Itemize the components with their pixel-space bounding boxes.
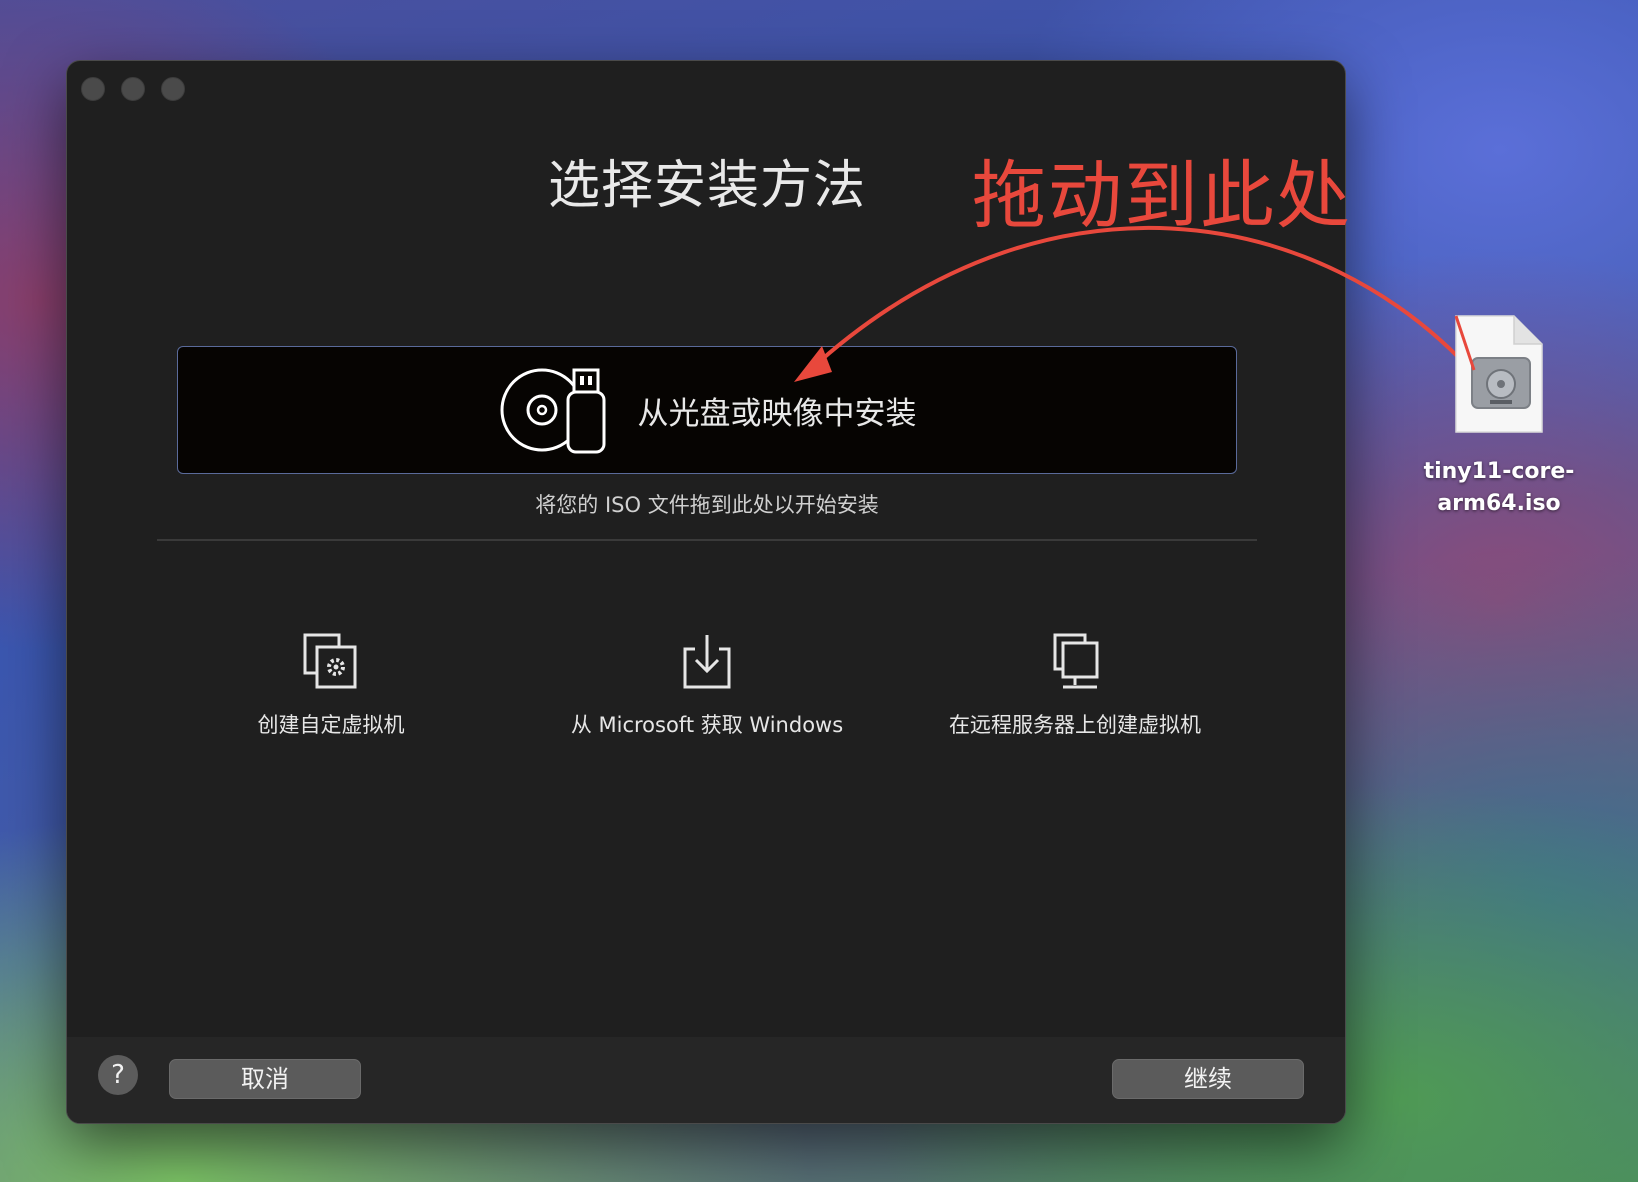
remote-server-icon — [1053, 633, 1099, 689]
continue-button[interactable]: 继续 — [1112, 1059, 1304, 1099]
get-windows-option[interactable]: 从 Microsoft 获取 Windows — [527, 631, 887, 739]
disk-image-icon — [1454, 315, 1543, 433]
file-name: tiny11-core- arm64.iso — [1423, 459, 1575, 516]
close-button[interactable] — [81, 77, 105, 101]
divider — [157, 539, 1257, 541]
zoom-button[interactable] — [161, 77, 185, 101]
desktop-file-iso[interactable]: tiny11-core- arm64.iso — [1414, 314, 1584, 520]
create-custom-vm-option[interactable]: 创建自定虚拟机 — [151, 631, 511, 739]
custom-vm-icon — [303, 633, 357, 689]
remote-server-option[interactable]: 在远程服务器上创建虚拟机 — [895, 631, 1255, 739]
option-label: 在远程服务器上创建虚拟机 — [949, 713, 1201, 737]
drop-hint: 将您的 ISO 文件拖到此处以开始安装 — [535, 493, 879, 517]
window-controls — [81, 77, 185, 101]
disc-usb-icon — [500, 368, 605, 454]
cancel-button[interactable]: 取消 — [169, 1059, 361, 1099]
help-button[interactable]: ? — [98, 1055, 138, 1095]
install-from-disc-or-image-button[interactable]: 从光盘或映像中安装 — [177, 346, 1237, 474]
install-option-label: 从光盘或映像中安装 — [637, 395, 917, 432]
footer-bar: ? 取消 继续 — [67, 1037, 1345, 1123]
download-icon — [683, 635, 731, 689]
option-label: 从 Microsoft 获取 Windows — [570, 713, 844, 737]
option-label: 创建自定虚拟机 — [257, 713, 405, 737]
minimize-button[interactable] — [121, 77, 145, 101]
drag-here-annotation: 拖动到此处 — [972, 153, 1352, 239]
